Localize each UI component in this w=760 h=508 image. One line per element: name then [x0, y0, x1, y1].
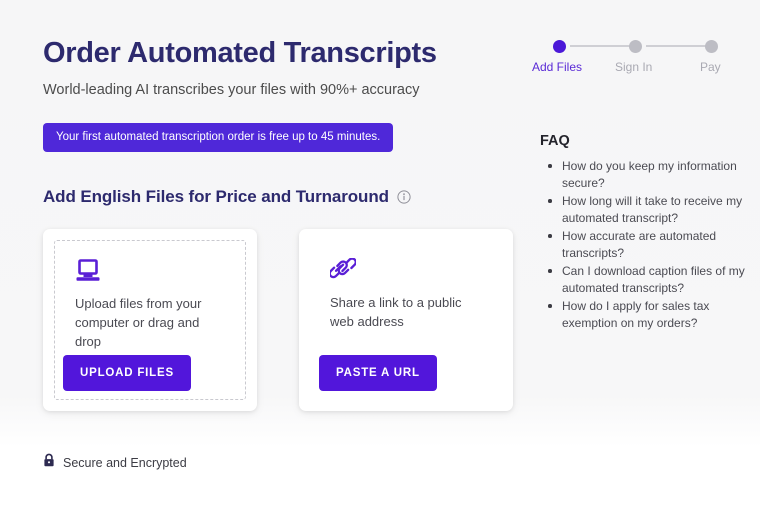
upload-options: Upload files from your computer or drag … [43, 229, 513, 412]
faq-list: How do you keep my information secure? H… [540, 158, 745, 332]
step-label-add-files[interactable]: Add Files [532, 60, 582, 74]
stepper-track [528, 36, 728, 56]
section-title: Add English Files for Price and Turnarou… [43, 187, 389, 207]
promo-banner: Your first automated transcription order… [43, 122, 394, 153]
upload-files-card[interactable]: Upload files from your computer or drag … [43, 229, 257, 412]
faq-item[interactable]: Can I download caption files of my autom… [548, 263, 745, 297]
page-subtitle: World-leading AI transcribes your files … [43, 81, 420, 98]
step-label-sign-in[interactable]: Sign In [615, 60, 652, 74]
page-root: Order Automated Transcripts World-leadin… [0, 0, 760, 508]
link-icon [328, 257, 482, 284]
step-dot-sign-in[interactable] [629, 40, 642, 53]
checkout-stepper: Add Files Sign In Pay [528, 36, 728, 78]
paste-url-button[interactable]: PASTE A URL [319, 355, 437, 392]
faq-item[interactable]: How do you keep my information secure? [548, 158, 745, 192]
upload-files-button[interactable]: UPLOAD FILES [63, 355, 191, 392]
secure-and-encrypted: Secure and Encrypted [43, 453, 187, 472]
paste-url-card[interactable]: Share a link to a public web address PAS… [299, 229, 513, 412]
main-content: Order Automated Transcripts World-leadin… [43, 37, 513, 412]
secure-text: Secure and Encrypted [63, 455, 187, 470]
lock-icon [43, 453, 55, 472]
faq-item[interactable]: How accurate are automated transcripts? [548, 228, 745, 262]
upload-files-description: Upload files from your computer or drag … [75, 296, 202, 349]
faq-item[interactable]: How do I apply for sales tax exemption o… [548, 298, 745, 332]
faq-item[interactable]: How long will it take to receive my auto… [548, 193, 745, 227]
page-title: Order Automated Transcripts [43, 37, 437, 69]
faq-title: FAQ [540, 133, 570, 149]
info-circle-icon[interactable] [397, 190, 411, 204]
paste-url-description: Share a link to a public web address [330, 295, 462, 330]
step-dot-add-files[interactable] [553, 40, 566, 53]
step-label-pay[interactable]: Pay [700, 60, 721, 74]
laptop-icon [75, 259, 225, 285]
step-dot-pay[interactable] [705, 40, 718, 53]
faq-panel: FAQ How do you keep my information secur… [540, 133, 745, 333]
section-header: Add English Files for Price and Turnarou… [43, 187, 513, 207]
stepper-labels: Add Files Sign In Pay [528, 60, 728, 78]
